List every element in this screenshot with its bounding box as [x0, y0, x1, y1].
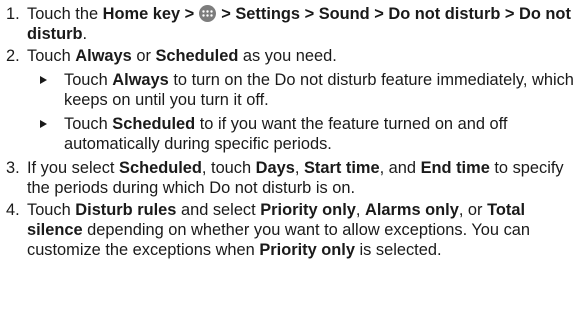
step-item: 4. Touch Disturb rules and select Priorit…	[0, 200, 582, 260]
sub-step-text: Touch Scheduled to if you want the featu…	[64, 114, 578, 154]
step-number: 3.	[6, 159, 20, 177]
bold-term: Home	[102, 5, 149, 23]
bold-term: Scheduled	[155, 47, 239, 65]
bold-term: Days	[255, 159, 295, 177]
step-number: 2.	[6, 47, 20, 65]
step-text: Touch Disturb rules and select Priority …	[27, 200, 576, 260]
bold-term: Disturb rules	[75, 201, 177, 219]
step-item: 1. Touch the Home key > > Settings > Sound…	[0, 4, 582, 44]
sub-step-text: Touch Always to turn on the Do not distu…	[64, 70, 578, 110]
step-item: 3. If you select Scheduled, touch Days, S…	[0, 158, 582, 198]
apps-icon	[199, 5, 217, 22]
text-run: ,	[355, 201, 365, 219]
bold-term: Scheduled	[119, 159, 202, 177]
text-run: and select	[176, 201, 261, 219]
step-item: 2. Touch Always or Scheduled as you need.	[0, 46, 582, 66]
sub-step-item: Touch Scheduled to if you want the featu…	[0, 114, 582, 154]
text-run: Touch	[27, 201, 76, 219]
bold-term: End time	[420, 159, 490, 177]
bold-term: Start time	[303, 159, 380, 177]
text-run: or	[131, 47, 156, 65]
bold-term: Always	[112, 71, 169, 89]
text-run: Touch	[64, 71, 113, 89]
bold-term: Priority only	[260, 201, 356, 219]
text-run: Touch the	[27, 5, 103, 23]
bold-term: key >	[152, 5, 195, 23]
triangle-bullet-icon	[40, 120, 47, 128]
text-run: , touch	[201, 159, 256, 177]
sub-step-item: Touch Always to turn on the Do not distu…	[0, 70, 582, 110]
text-run: , and	[379, 159, 421, 177]
text-run: .	[82, 25, 88, 43]
bold-term: Priority only	[259, 241, 355, 259]
step-text: Touch the Home key > > Settings > Sound >…	[27, 4, 576, 44]
step-number: 4.	[6, 201, 20, 219]
step-text: Touch Always or Scheduled as you need.	[27, 46, 576, 66]
instruction-list: 1. Touch the Home key > > Settings > Sound…	[0, 0, 582, 327]
triangle-bullet-icon	[40, 76, 47, 84]
bold-term: Alarms only	[364, 201, 459, 219]
step-text: If you select Scheduled, touch Days, Sta…	[27, 158, 576, 198]
text-run: Touch	[64, 115, 113, 133]
bold-term: Always	[75, 47, 132, 65]
text-run: is selected.	[354, 241, 442, 259]
text-run: as you need.	[238, 47, 337, 65]
bold-term: Scheduled	[112, 115, 196, 133]
text-run: ,	[294, 159, 304, 177]
text-run: , or	[458, 201, 488, 219]
text-run: If you select	[27, 159, 120, 177]
step-number: 1.	[6, 5, 20, 23]
text-run: Touch	[27, 47, 76, 65]
